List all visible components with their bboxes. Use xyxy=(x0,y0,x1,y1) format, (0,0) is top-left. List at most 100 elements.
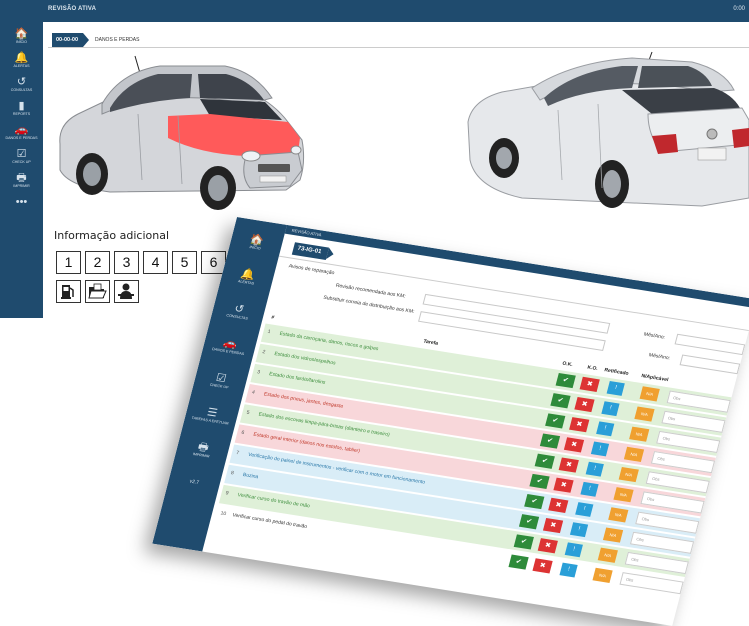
obs-input[interactable]: Obs xyxy=(619,572,684,595)
col-retificado: Retificado xyxy=(603,367,630,377)
na-button[interactable]: N/A xyxy=(608,507,629,523)
col-hash: # xyxy=(270,314,275,321)
sidebar-item-home[interactable]: 🏠 INÍCIO xyxy=(0,28,43,45)
ok-button[interactable]: ✔ xyxy=(555,372,576,389)
fuel-pump-icon[interactable] xyxy=(56,280,81,303)
ok-button[interactable]: ✔ xyxy=(513,534,534,550)
sidebar-item-label: DANOS E PERDAS xyxy=(5,136,38,140)
ok-button[interactable]: ✔ xyxy=(524,493,545,510)
sidebar-item-bell[interactable]: 🔔 ALERTAS xyxy=(220,265,274,289)
sidebar: 🏠 INÍCIO 🔔 ALERTAS ↺ CONSULTAS ▮ REPORTS 🚗 DANOS … xyxy=(0,22,43,318)
mes-ano-label: Mês/Ano: xyxy=(643,331,666,341)
task-text: Buzina xyxy=(242,472,259,481)
sidebar-item-car[interactable]: 🚗 DANOS E PERDAS xyxy=(0,124,43,141)
mes-ano-label: Mês/Ano: xyxy=(648,352,671,362)
task-number: 7 xyxy=(235,449,240,457)
ko-button[interactable]: ✖ xyxy=(537,538,558,554)
task-number: 3 xyxy=(256,369,261,376)
plate-chip[interactable]: 00-00-00 xyxy=(52,33,89,47)
na-button[interactable]: N/A xyxy=(592,567,613,583)
na-button[interactable]: N/A xyxy=(634,406,655,422)
plate-chip[interactable]: 73-IG-01 xyxy=(291,242,330,261)
retificado-button[interactable]: ! xyxy=(580,481,599,497)
retificado-button[interactable]: ! xyxy=(596,421,615,437)
more-icon: ••• xyxy=(15,196,28,208)
sidebar-item-bell[interactable]: 🔔 ALERTAS xyxy=(0,52,43,69)
retificado-button[interactable]: ! xyxy=(601,401,620,417)
col-ok: O.K. xyxy=(561,360,574,369)
na-button[interactable]: N/A xyxy=(613,487,634,503)
sidebar-item-car[interactable]: 🚗 DANOS E PERDAS xyxy=(202,334,256,358)
sidebar-item-history[interactable]: ↺ CONSULTAS xyxy=(0,76,43,93)
folder-icon[interactable] xyxy=(85,280,110,303)
retificado-button[interactable]: ! xyxy=(559,562,578,578)
task-text: Estado dos faróis/farolins xyxy=(268,371,326,386)
ko-button[interactable]: ✖ xyxy=(558,457,579,473)
ok-button[interactable]: ✔ xyxy=(529,473,550,490)
history-icon: ↺ xyxy=(16,76,27,88)
sidebar-item-version-text[interactable]: v2.7 xyxy=(168,472,221,491)
sidebar-item-list[interactable]: ☰ TAREFAS A EFETUAR xyxy=(184,403,238,427)
ko-button[interactable]: ✖ xyxy=(542,517,564,534)
ko-button[interactable]: ✖ xyxy=(553,477,574,493)
app-title: REVISÃO ATIVA xyxy=(48,6,97,12)
task-number: 1 xyxy=(266,328,272,336)
ok-button[interactable]: ✔ xyxy=(545,413,566,429)
task-text: Estado dos vidros/espelhos xyxy=(273,351,337,367)
number-button-1[interactable]: 1 xyxy=(56,251,81,274)
task-number: 10 xyxy=(219,510,227,518)
sidebar-item-label: CONSULTAS xyxy=(10,88,33,92)
sidebar-item-label: CHECK UP xyxy=(12,160,31,164)
sidebar-item-checklist[interactable]: ☑ CHECK UP xyxy=(0,148,43,165)
ok-button[interactable]: ✔ xyxy=(534,453,555,469)
ko-button[interactable]: ✖ xyxy=(569,417,590,433)
sidebar-item-checklist[interactable]: ☑ CHECK UP xyxy=(193,369,247,393)
ko-button[interactable]: ✖ xyxy=(548,497,569,513)
task-number: 9 xyxy=(224,490,230,497)
ko-button[interactable]: ✖ xyxy=(563,437,585,453)
sidebar-item-more[interactable]: ••• xyxy=(0,196,43,208)
sidebar-item-document[interactable]: ▮ REPORTS xyxy=(0,100,43,117)
na-button[interactable]: N/A xyxy=(629,426,650,442)
sidebar-item-label: INÍCIO xyxy=(16,40,27,44)
ok-button[interactable]: ✔ xyxy=(508,554,529,570)
car-front-view[interactable] xyxy=(50,52,312,216)
number-button-4[interactable]: 4 xyxy=(143,251,168,274)
number-button-2[interactable]: 2 xyxy=(85,251,110,274)
top-bar: REVISÃO ATIVA 0:00 xyxy=(0,0,749,22)
retificado-button[interactable]: ! xyxy=(585,461,604,477)
retificado-button[interactable]: ! xyxy=(564,542,583,558)
ok-button[interactable]: ✔ xyxy=(550,393,571,409)
sidebar-item-printer[interactable]: 🖶 IMPRIMIR xyxy=(0,172,43,189)
ko-button[interactable]: ✖ xyxy=(532,558,553,574)
task-number: 4 xyxy=(251,389,256,396)
car-rear-view[interactable] xyxy=(462,48,749,218)
na-button[interactable]: N/A xyxy=(623,446,645,462)
number-button-5[interactable]: 5 xyxy=(172,251,197,274)
checklist-icon: ☑ xyxy=(16,148,27,160)
na-button[interactable]: N/A xyxy=(597,547,618,563)
bell-icon: 🔔 xyxy=(14,52,29,64)
na-button[interactable]: N/A xyxy=(639,386,660,402)
app-title: REVISÃO ATIVA xyxy=(291,227,323,238)
mechanic-icon[interactable] xyxy=(114,280,139,303)
retificado-button[interactable]: ! xyxy=(590,441,610,457)
revisao-date-input[interactable] xyxy=(674,333,746,356)
correia-date-input[interactable] xyxy=(679,354,741,375)
sidebar-item-label: REPORTS xyxy=(12,112,31,116)
number-button-3[interactable]: 3 xyxy=(114,251,139,274)
ok-button[interactable]: ✔ xyxy=(518,514,540,530)
retificado-button[interactable]: ! xyxy=(606,381,625,396)
home-icon: 🏠 xyxy=(14,28,29,40)
ko-button[interactable]: ✖ xyxy=(574,396,595,413)
retificado-button[interactable]: ! xyxy=(575,502,594,517)
ko-button[interactable]: ✖ xyxy=(579,376,600,392)
na-button[interactable]: N/A xyxy=(618,466,639,483)
sidebar-item-history[interactable]: ↺ CONSULTAS xyxy=(211,300,265,324)
ok-button[interactable]: ✔ xyxy=(539,433,561,449)
na-button[interactable]: N/A xyxy=(602,527,624,543)
retificado-button[interactable]: ! xyxy=(569,522,589,538)
task-number: 8 xyxy=(230,470,235,477)
sidebar-item-printer[interactable]: 🖶 IMPRIMIR xyxy=(176,438,230,462)
sidebar-item-home[interactable]: 🏠 INÍCIO xyxy=(229,230,283,254)
